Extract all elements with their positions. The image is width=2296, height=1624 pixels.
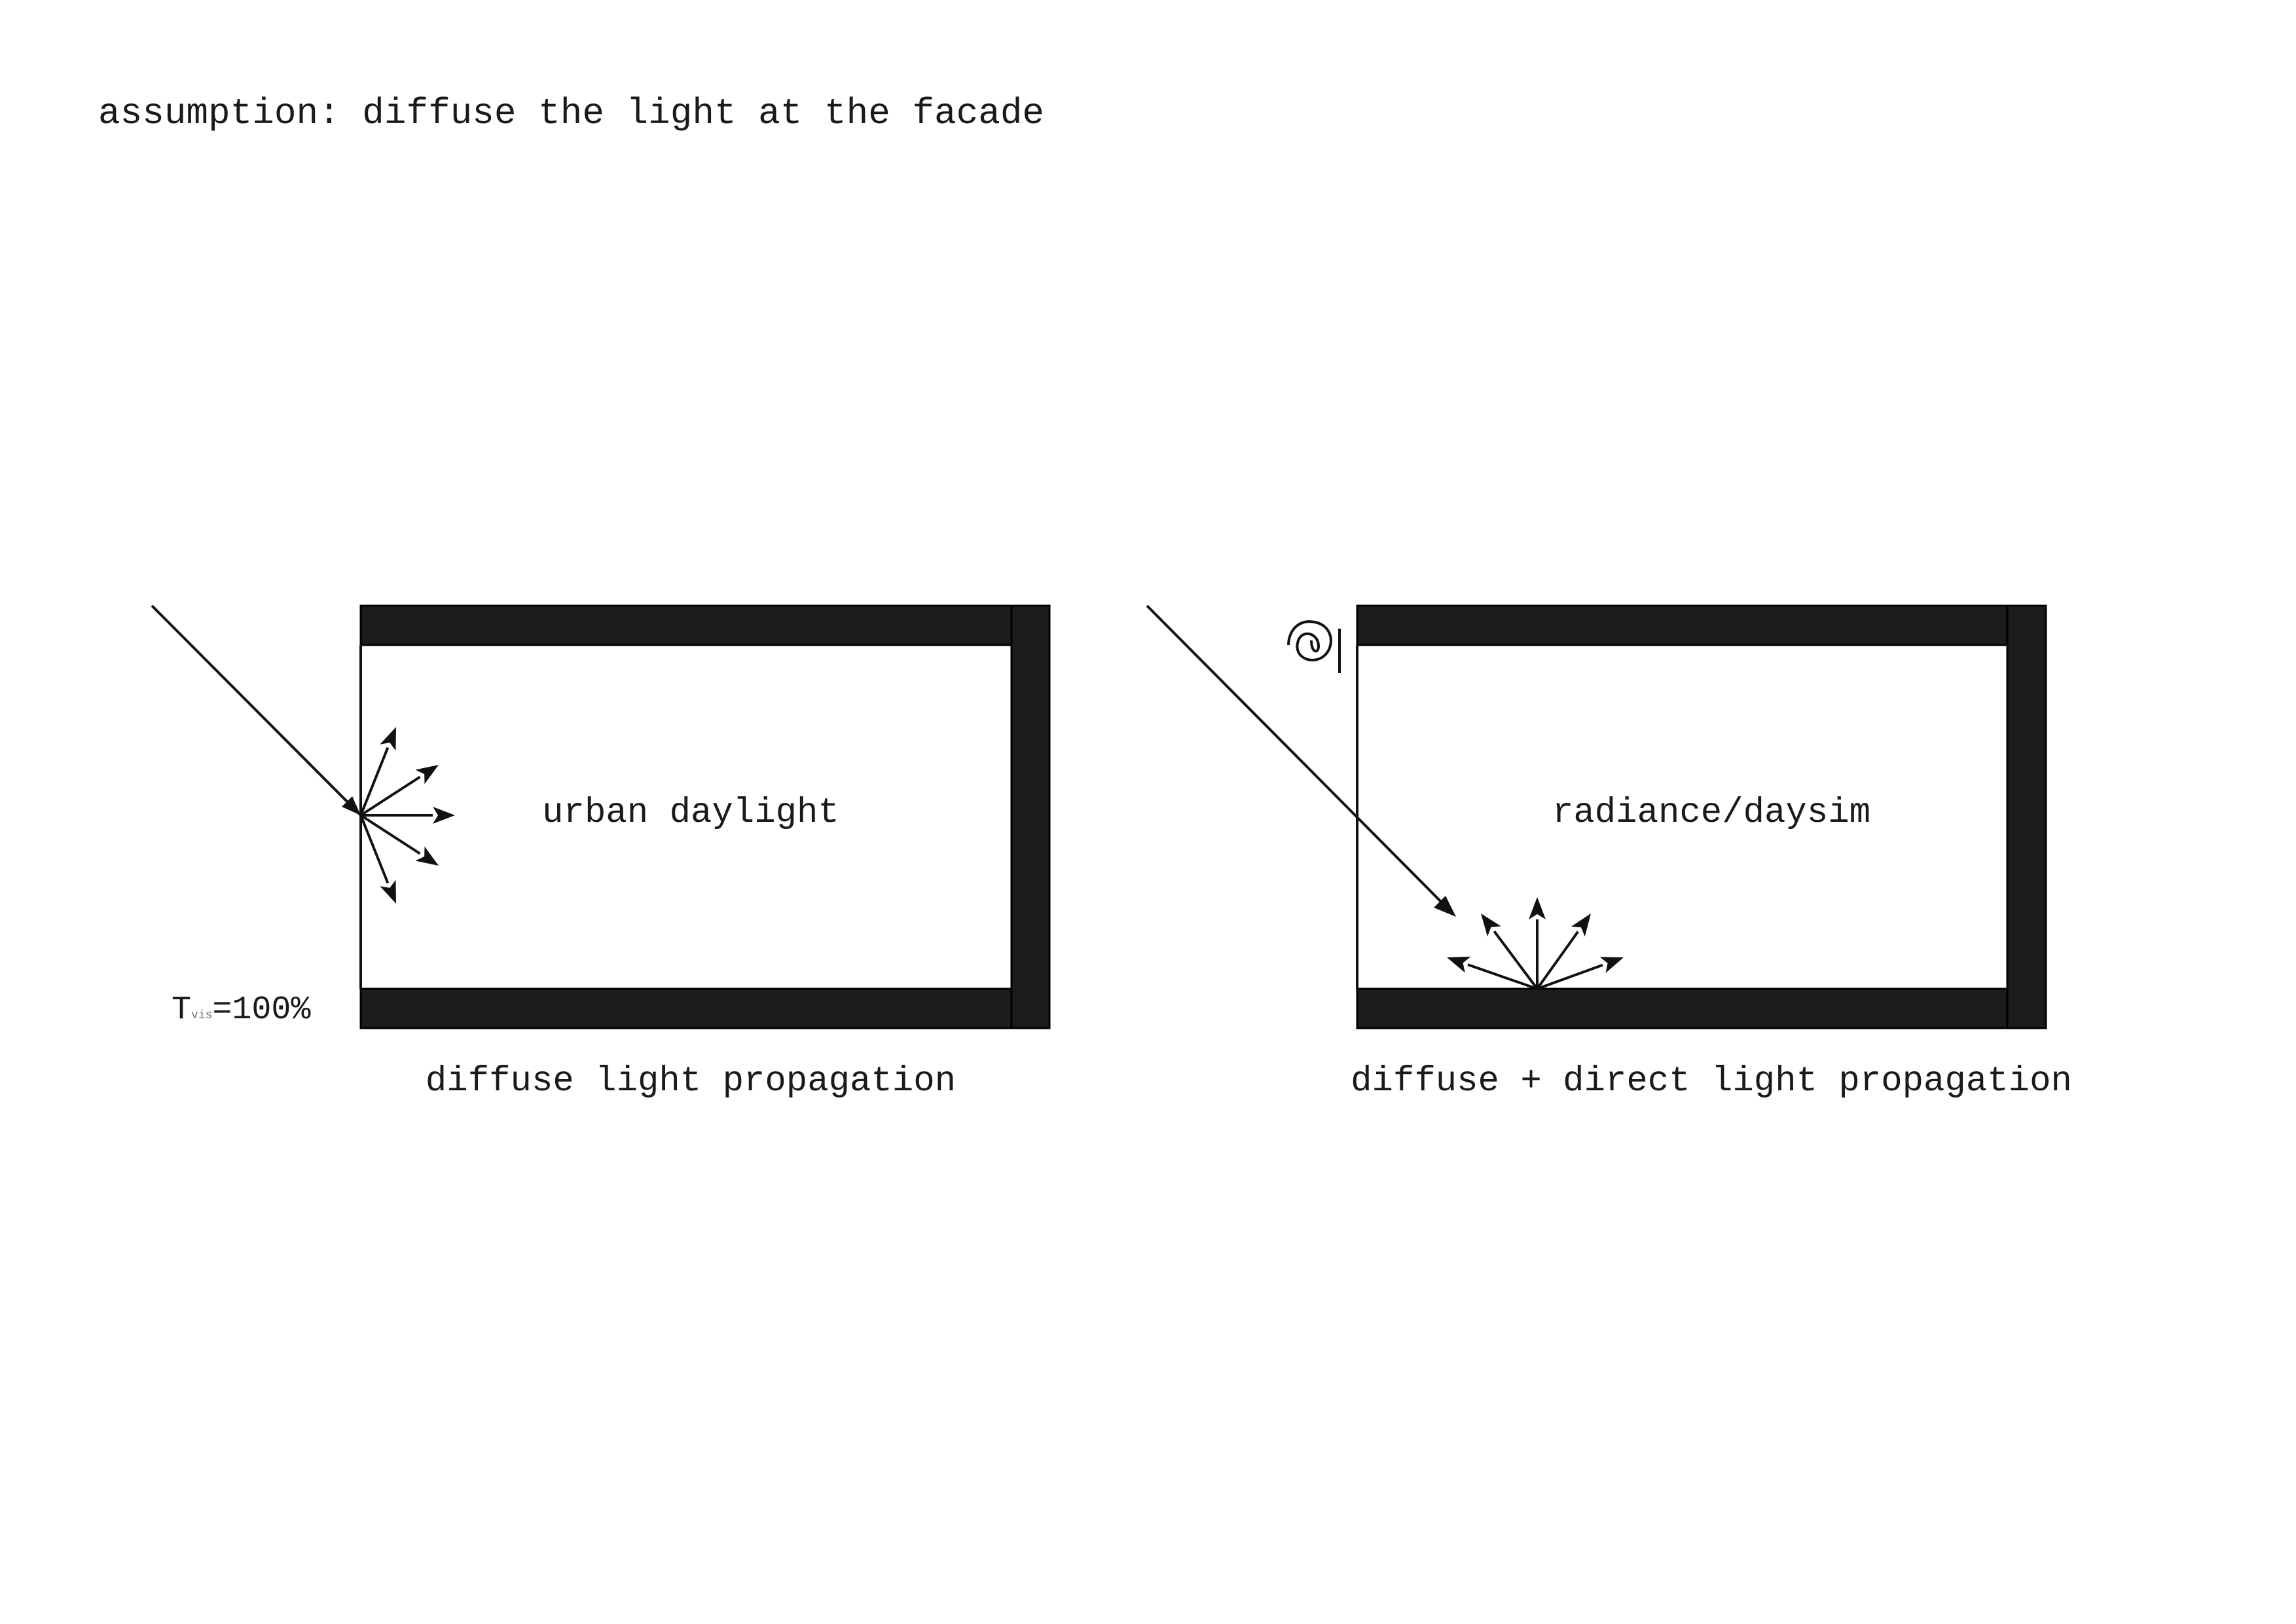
- left-scatter-arrow-5-head: [380, 879, 396, 904]
- right-scatter-arrow-3-head: [1529, 897, 1546, 919]
- right-room-label: radiance/daysim: [1552, 793, 1870, 833]
- transmittance-label: Tvis=100%: [172, 991, 311, 1029]
- right-scatter-arrow-1-head: [1447, 956, 1471, 973]
- left-incoming-ray: [151, 604, 362, 817]
- right-caption: diffuse + direct light propagation: [1351, 1061, 2072, 1101]
- left-room-label: urban daylight: [542, 793, 839, 833]
- left-scatter-arrow-3-head: [433, 807, 455, 824]
- left-panel: urban daylight diffuse light propagation…: [151, 604, 1051, 1101]
- left-back-wall: [1010, 604, 1051, 1029]
- left-floor: [359, 987, 1051, 1029]
- right-floor: [1356, 987, 2047, 1029]
- transmittance-symbol: T: [172, 991, 191, 1029]
- right-scatter-arrow-5-head: [1599, 957, 1624, 973]
- right-scatter-arrow-2-head: [1481, 913, 1501, 937]
- left-scatter-arrow-1-head: [380, 727, 396, 751]
- right-back-wall: [2006, 604, 2047, 1029]
- transmittance-subscript: vis: [191, 1009, 212, 1022]
- left-diffuse-arrows: [359, 727, 455, 904]
- diagram-canvas: assumption: diffuse the light at the fac…: [98, 92, 2072, 1101]
- spiral-icon: [1287, 620, 1341, 673]
- right-panel: radiance/daysim diffuse + direct light p…: [1146, 604, 2072, 1101]
- left-scatter-arrow-2-head: [415, 765, 439, 784]
- left-ceiling: [359, 604, 1051, 646]
- right-ceiling: [1356, 604, 2047, 646]
- right-scatter-arrow-4-head: [1571, 913, 1591, 937]
- transmittance-value: =100%: [212, 991, 311, 1029]
- page-title: assumption: diffuse the light at the fac…: [98, 92, 1044, 134]
- left-caption: diffuse light propagation: [426, 1061, 956, 1101]
- left-scatter-arrow-4-head: [415, 846, 439, 866]
- right-diffuse-arrows: [1447, 897, 1624, 990]
